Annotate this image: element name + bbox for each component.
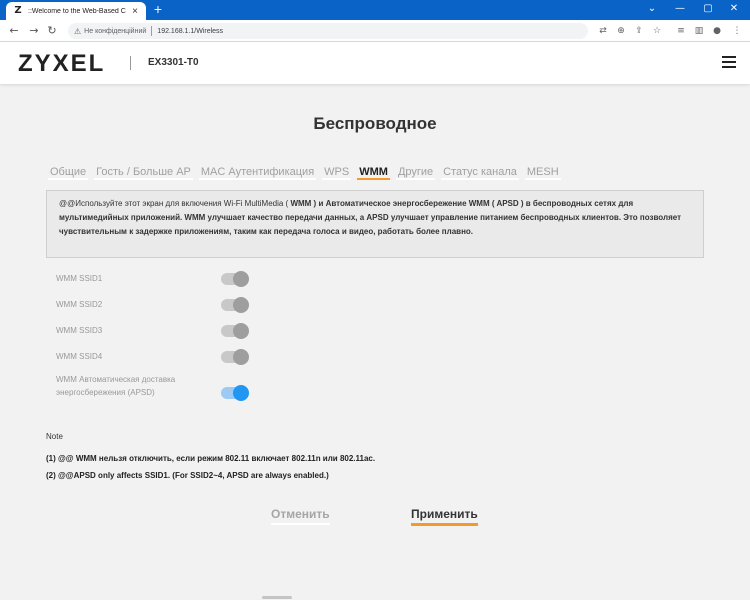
maximize-icon[interactable]: ▢	[696, 1, 720, 17]
browser-tabstrip: Z ::Welcome to the Web-Based Co × + ⌄ — …	[0, 0, 750, 20]
close-window-icon[interactable]: ✕	[722, 1, 746, 17]
apply-button[interactable]: Применить	[411, 507, 478, 526]
new-tab-button[interactable]: +	[150, 1, 166, 17]
setting-label: WMM SSID1	[56, 274, 103, 283]
header-divider	[130, 56, 131, 70]
menu-dots-icon[interactable]: ⋮	[730, 23, 744, 39]
wmm-ssid3-toggle[interactable]	[221, 323, 249, 339]
address-separator	[151, 26, 153, 36]
wmm-ssid1-toggle[interactable]	[221, 271, 249, 287]
toggle-knob	[233, 271, 249, 287]
tab-mac-authentication[interactable]: MAC Аутентификация	[198, 166, 317, 180]
setting-label: WMM SSID4	[56, 352, 103, 361]
tab-wps[interactable]: WPS	[322, 166, 352, 180]
setting-row-wmm-ssid3: WMM SSID3	[56, 323, 256, 339]
info-text-wmm: WMM	[290, 199, 312, 208]
close-tab-icon[interactable]: ×	[130, 6, 140, 17]
hamburger-menu-icon[interactable]	[722, 56, 736, 68]
setting-row-wmm-ssid1: WMM SSID1	[56, 271, 256, 287]
scrollbar-thumb[interactable]	[262, 596, 292, 599]
browser-toolbar: ← → ↻ ⚠ Не конфіденційний 192.168.1.1/Wi…	[0, 20, 750, 42]
tab-title: ::Welcome to the Web-Based Co	[28, 7, 126, 15]
note-line-2: (2) @@APSD only affects SSID1. (For SSID…	[46, 471, 329, 480]
url-text[interactable]: 192.168.1.1/Wireless	[157, 28, 223, 35]
note-title: Note	[46, 432, 63, 441]
tab-search-icon[interactable]: ⌄	[640, 1, 664, 17]
toggle-knob	[233, 297, 249, 313]
wireless-tabs: Общие Гость / Больше AP MAC Аутентификац…	[48, 166, 567, 180]
zoom-icon[interactable]: ⊕	[614, 23, 628, 39]
tab-channel-status[interactable]: Статус канала	[441, 166, 519, 180]
tab-mesh[interactable]: MESH	[524, 166, 561, 180]
forward-arrow-icon[interactable]: →	[26, 23, 42, 39]
sidebar-icon[interactable]: ▥	[692, 23, 706, 39]
browser-tab[interactable]: Z ::Welcome to the Web-Based Co ×	[6, 2, 146, 20]
wmm-apsd-toggle[interactable]	[221, 385, 249, 401]
note-line-1: (1) @@ WMM нельзя отключить, если режим …	[46, 454, 376, 463]
warning-icon[interactable]: ⚠	[74, 27, 81, 36]
security-label[interactable]: Не конфіденційний	[84, 28, 146, 35]
setting-label: WMM SSID3	[56, 326, 103, 335]
info-box: @@Используйте этот экран для включения W…	[46, 190, 704, 258]
reload-icon[interactable]: ↻	[44, 23, 60, 39]
wmm-ssid4-toggle[interactable]	[221, 349, 249, 365]
back-arrow-icon[interactable]: ←	[6, 23, 22, 39]
setting-row-wmm-ssid2: WMM SSID2	[56, 297, 256, 313]
toggle-knob	[233, 385, 249, 401]
tab-general[interactable]: Общие	[48, 166, 89, 180]
zyxel-favicon-icon: Z	[14, 5, 22, 16]
share-icon[interactable]: ⇪	[632, 23, 646, 39]
setting-row-wmm-ssid4: WMM SSID4	[56, 349, 256, 365]
device-model: EX3301-T0	[148, 57, 199, 68]
info-text-part1: @@Используйте этот экран для включения W…	[59, 199, 291, 208]
toggle-knob	[233, 323, 249, 339]
setting-label: WMM Автоматическая доставка энергосбереж…	[56, 375, 176, 397]
tab-guest-more-ap[interactable]: Гость / Больше AP	[94, 166, 193, 180]
star-icon[interactable]: ☆	[650, 23, 664, 39]
zyxel-logo: ZYXEL	[18, 50, 106, 77]
profile-icon[interactable]: ●	[710, 23, 724, 39]
cancel-button[interactable]: Отменить	[271, 507, 330, 525]
translate-icon[interactable]: ⇄	[596, 23, 610, 39]
address-bar[interactable]: ⚠ Не конфіденційний 192.168.1.1/Wireless	[68, 23, 588, 39]
reading-list-icon[interactable]: ≡	[674, 23, 688, 39]
setting-label: WMM SSID2	[56, 300, 103, 309]
horizontal-scrollbar[interactable]	[0, 594, 750, 600]
toggle-knob	[233, 349, 249, 365]
page-title: Беспроводное	[313, 114, 437, 133]
tab-wmm[interactable]: WMM	[357, 166, 390, 180]
setting-row-wmm-apsd: WMM Автоматическая доставка энергосбереж…	[56, 373, 256, 401]
wmm-ssid2-toggle[interactable]	[221, 297, 249, 313]
app-header: ZYXEL EX3301-T0	[0, 42, 750, 84]
tab-others[interactable]: Другие	[395, 166, 436, 180]
minimize-icon[interactable]: —	[668, 1, 692, 17]
